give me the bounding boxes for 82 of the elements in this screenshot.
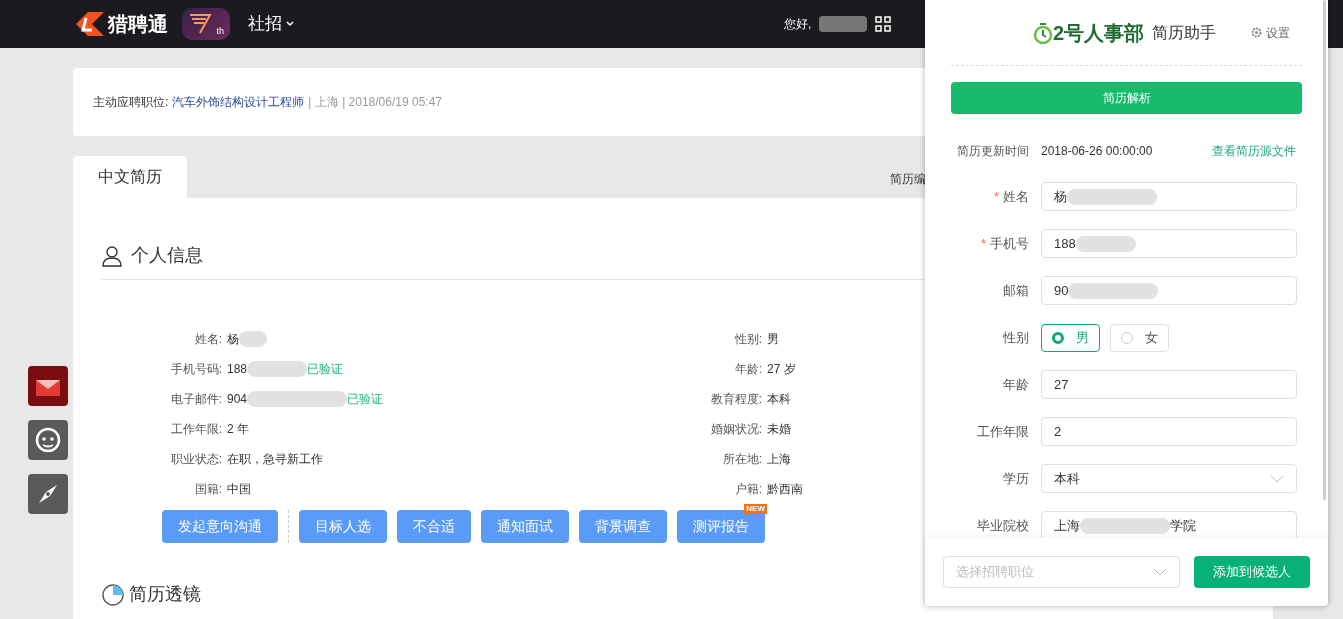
chevron-down-icon xyxy=(1270,474,1284,483)
info-label: 电子邮件: xyxy=(169,391,222,408)
blurred-text xyxy=(819,16,868,32)
field-label: 毕业院校 xyxy=(977,516,1029,535)
mail-icon[interactable] xyxy=(28,366,68,406)
new-badge: NEW xyxy=(744,504,767,514)
field-value: 90 xyxy=(1054,281,1069,300)
field-label: 姓名 xyxy=(1003,187,1029,206)
settings-button[interactable]: 设置 xyxy=(1251,23,1290,42)
verified-label: 已验证 xyxy=(347,391,384,408)
text-field[interactable]: 杨 xyxy=(1041,182,1297,211)
info-value: 2 年 xyxy=(227,421,249,438)
field-label: 性别 xyxy=(1003,328,1029,347)
application-label: 主动应聘职位: xyxy=(93,94,169,111)
field-value: 本科 xyxy=(1054,469,1080,488)
info-label: 教育程度: xyxy=(709,391,762,408)
info-value: 188 xyxy=(227,361,248,378)
info-label: 性别: xyxy=(733,331,762,348)
info-label: 年龄: xyxy=(733,361,762,378)
brand-subtitle: 简历助手 xyxy=(1152,22,1217,43)
field-label: 学历 xyxy=(1003,469,1029,488)
field-label: 邮箱 xyxy=(1003,281,1029,300)
info-label: 职业状态: xyxy=(169,451,222,468)
info-label: 手机号码: xyxy=(169,361,222,378)
field-value: 上海 xyxy=(1054,516,1080,535)
info-value: 中国 xyxy=(227,481,251,498)
field-value: 学院 xyxy=(1170,516,1196,535)
info-value: 27 岁 xyxy=(767,361,796,378)
info-value: 男 xyxy=(767,331,779,348)
text-field[interactable]: 上海 学院 xyxy=(1041,511,1297,538)
update-time: 2018-06-26 00:00:00 xyxy=(1041,143,1153,160)
info-label: 姓名: xyxy=(193,331,222,348)
info-label: 工作年限: xyxy=(169,421,222,438)
field-value: 27 xyxy=(1054,375,1069,394)
text-field[interactable]: 188 xyxy=(1041,229,1297,258)
update-label: 简历更新时间 xyxy=(957,143,1029,160)
greeting-text: 您好, xyxy=(784,16,812,33)
tab-bar-text: 简历编 xyxy=(890,171,926,188)
info-value: 本科 xyxy=(767,391,791,408)
info-value: 上海 xyxy=(767,451,791,468)
anniversary-badge: th xyxy=(182,8,230,40)
info-label: 户籍: xyxy=(733,481,762,498)
info-value: 未婚 xyxy=(767,421,791,438)
section-title: 个人信息 xyxy=(131,244,203,267)
field-label: 手机号 xyxy=(990,234,1029,253)
brand-name: 2号人事部 xyxy=(1053,20,1145,46)
logo-text: 猎聘通 xyxy=(108,12,168,37)
select-field[interactable]: 本科 xyxy=(1041,464,1297,493)
radio-button[interactable]: 女 xyxy=(1110,323,1169,352)
radio-icon xyxy=(1052,331,1064,344)
field-label: 年龄 xyxy=(1003,375,1029,394)
text-field[interactable]: 27 xyxy=(1041,370,1297,399)
info-value: 904 xyxy=(227,391,248,408)
info-value: 杨 xyxy=(227,331,239,348)
info-label: 国籍: xyxy=(193,481,222,498)
application-meta: | 上海 | 2018/06/19 05:47 xyxy=(308,94,442,111)
info-value: 黔西南 xyxy=(767,481,803,498)
person-icon xyxy=(101,244,123,267)
position-link[interactable]: 汽车外饰结构设计工程师 xyxy=(172,93,305,111)
info-value: 在职，急寻新工作 xyxy=(227,451,323,468)
section-title: 简历透镜 xyxy=(129,583,201,606)
text-field[interactable]: 90 xyxy=(1041,276,1297,305)
stopwatch-icon xyxy=(1033,21,1053,44)
field-value: 杨 xyxy=(1054,187,1067,206)
chevron-down-icon xyxy=(1153,568,1168,576)
caret-icon xyxy=(286,21,294,27)
settings-icon xyxy=(1251,27,1262,38)
field-value: 2 xyxy=(1054,422,1062,441)
pie-chart-icon xyxy=(101,582,125,607)
resume-tab[interactable]: 中文简历 xyxy=(73,156,187,198)
grid-icon[interactable] xyxy=(875,16,892,32)
info-label: 所在地: xyxy=(721,451,762,468)
verified-label: 已验证 xyxy=(307,361,344,378)
nav-dropdown[interactable]: 社招 xyxy=(248,11,294,37)
required-mark: * xyxy=(993,187,999,206)
compass-icon[interactable] xyxy=(28,474,68,514)
field-value: 188 xyxy=(1054,234,1076,253)
field-label: 工作年限 xyxy=(977,422,1029,441)
required-mark: * xyxy=(980,234,986,253)
info-label: 婚姻状况: xyxy=(709,421,762,438)
text-field[interactable]: 2 xyxy=(1041,417,1297,446)
scrollbar[interactable] xyxy=(1323,0,1326,500)
